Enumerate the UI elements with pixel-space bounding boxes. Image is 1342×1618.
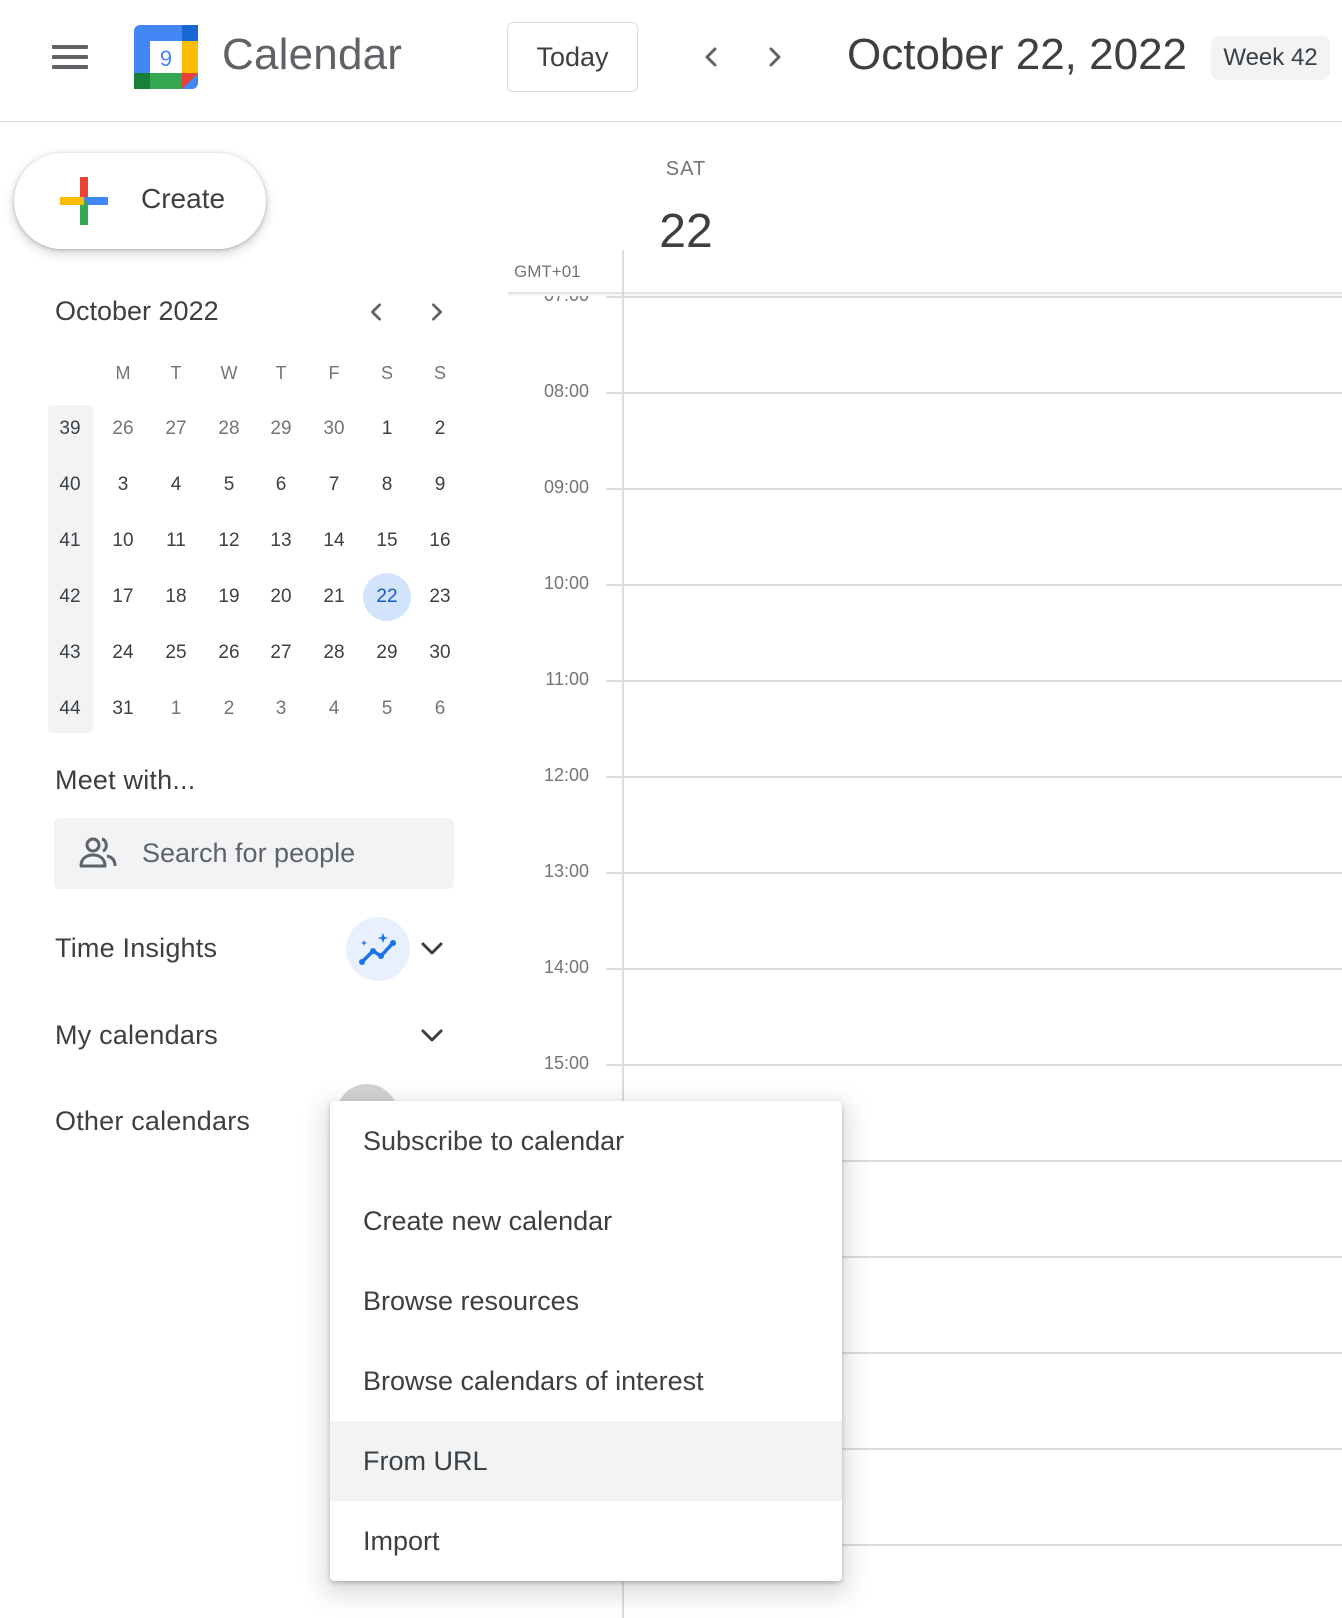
hour-label: 13:00 xyxy=(543,861,589,881)
hour-gridline xyxy=(606,488,1342,490)
logo-number: 9 xyxy=(160,46,172,71)
menu-item-subscribe-to-calendar[interactable]: Subscribe to calendar xyxy=(330,1101,842,1181)
hour-label: 15:00 xyxy=(543,1053,589,1073)
hour-row: 09:00 xyxy=(0,477,1342,497)
chevron-left-icon xyxy=(705,47,717,67)
today-button[interactable]: Today xyxy=(507,22,638,92)
hour-label: 14:00 xyxy=(543,957,589,977)
hour-gridline xyxy=(606,584,1342,586)
hour-label: 11:00 xyxy=(545,669,589,689)
create-button[interactable]: Create xyxy=(14,153,266,249)
hour-row: 08:00 xyxy=(0,381,1342,401)
hour-gridline xyxy=(606,1064,1342,1066)
hour-row: 14:00 xyxy=(0,957,1342,977)
colorful-plus-icon xyxy=(60,177,108,225)
hour-row: 12:00 xyxy=(0,765,1342,785)
google-calendar-logo[interactable]: 9 xyxy=(134,25,198,89)
other-calendars-menu: Subscribe to calendar Create new calenda… xyxy=(330,1101,842,1581)
create-label: Create xyxy=(141,183,226,214)
hour-row: 13:00 xyxy=(0,861,1342,881)
hour-label: 09:00 xyxy=(543,477,589,497)
header-scroll-shadow xyxy=(508,292,1342,296)
previous-period-button[interactable] xyxy=(691,37,731,77)
timezone-label: GMT+01 xyxy=(514,262,581,281)
current-date-title: October 22, 2022 xyxy=(847,30,1188,79)
hour-label: 07:00 xyxy=(520,296,589,306)
day-number[interactable]: 22 xyxy=(640,204,732,259)
menu-item-browse-calendars-of-interest[interactable]: Browse calendars of interest xyxy=(330,1341,842,1421)
hour-gridline xyxy=(606,776,1342,778)
hour-gridline xyxy=(606,296,1342,298)
top-app-bar: 9 Calendar Today October 22, 2022 Week 4… xyxy=(0,0,1342,122)
day-of-week-label: SAT xyxy=(665,158,707,180)
hamburger-menu-icon[interactable] xyxy=(46,37,94,77)
hour-gridline xyxy=(606,392,1342,394)
hour-gridline xyxy=(606,968,1342,970)
hour-label: 10:00 xyxy=(543,573,589,593)
chevron-right-icon xyxy=(769,47,781,67)
menu-item-browse-resources[interactable]: Browse resources xyxy=(330,1261,842,1341)
menu-item-create-new-calendar[interactable]: Create new calendar xyxy=(330,1181,842,1261)
week-number-badge: Week 42 xyxy=(1211,36,1330,80)
hour-label: 08:00 xyxy=(543,381,589,401)
hour-gridline xyxy=(606,872,1342,874)
hour-row: 10:00 xyxy=(0,573,1342,593)
hour-row: 11:00 xyxy=(0,669,1342,689)
hour-label: 12:00 xyxy=(543,765,589,785)
app-title: Calendar xyxy=(222,30,403,79)
hour-gridline xyxy=(606,680,1342,682)
hour-row: 15:00 xyxy=(0,1053,1342,1073)
menu-item-import[interactable]: Import xyxy=(330,1501,842,1581)
hour-row: 07:00 xyxy=(0,296,1342,305)
menu-item-from-url[interactable]: From URL xyxy=(330,1421,842,1501)
next-period-button[interactable] xyxy=(755,37,795,77)
